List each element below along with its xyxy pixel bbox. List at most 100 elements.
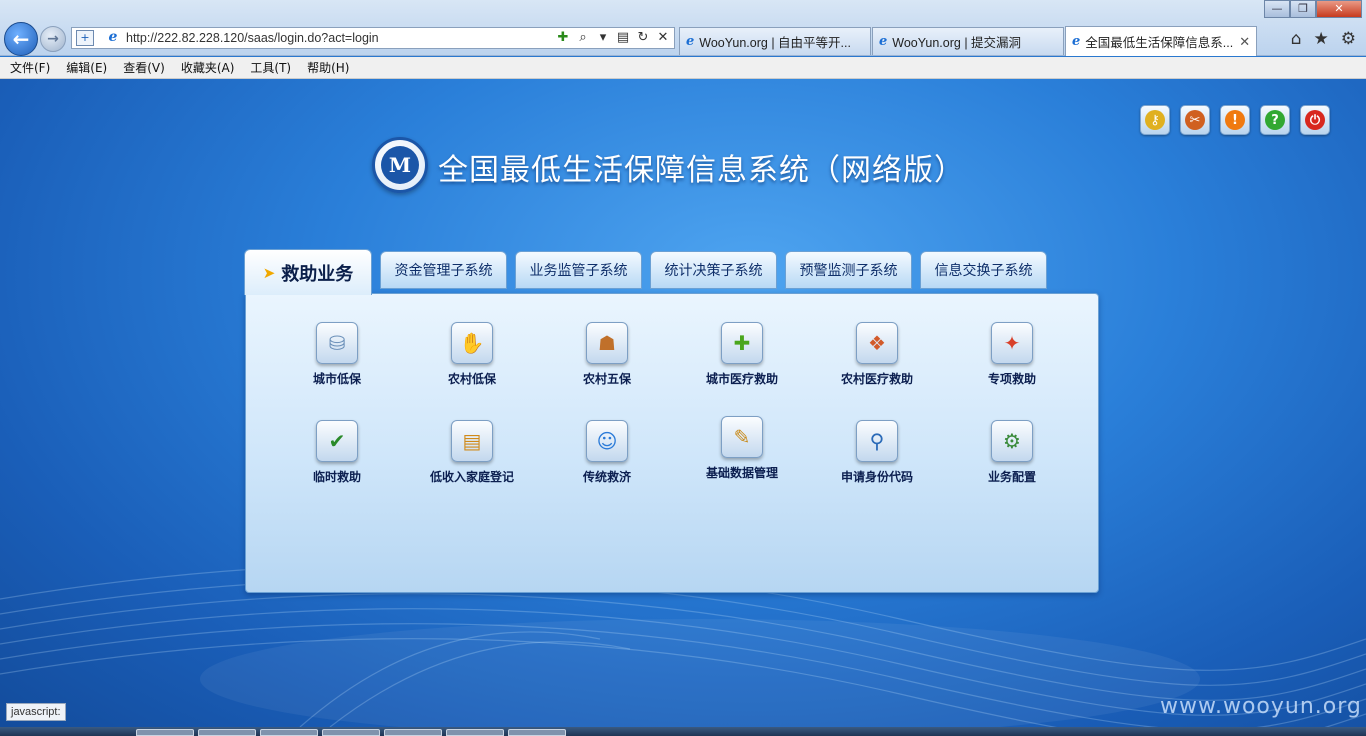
tab-label: 业务监管子系统 <box>529 263 628 279</box>
settings-gear-icon[interactable]: ⚙ <box>1341 29 1356 49</box>
menu-help[interactable]: 帮助(H) <box>301 59 355 76</box>
tab-statistics-decision[interactable]: 统计决策子系统 <box>650 251 777 289</box>
func-label: 城市医疗救助 <box>705 372 778 386</box>
stop-icon[interactable]: ✕ <box>656 30 670 45</box>
ie-logo-icon: e <box>108 29 118 45</box>
help-icon: ? <box>1265 110 1285 130</box>
tools-button[interactable]: ✂ <box>1180 105 1210 135</box>
menu-tools[interactable]: 工具(T) <box>244 59 297 76</box>
favorites-star-icon[interactable]: ★ <box>1314 29 1329 49</box>
func-label: 业务配置 <box>987 470 1036 484</box>
func-label: 专项救助 <box>987 372 1036 386</box>
message-icon: ! <box>1225 110 1245 130</box>
home-icon[interactable]: ⌂ <box>1291 29 1302 49</box>
compat-icon[interactable]: ▤ <box>616 30 630 45</box>
tab-fund-management[interactable]: 资金管理子系统 <box>380 251 507 289</box>
tab-label: 资金管理子系统 <box>394 263 493 279</box>
func-label: 申请身份代码 <box>840 470 913 484</box>
page-content: ⚷ ✂ ! ? ⏻ M 全国最低生活保障信息系统（网络版） ➤ 救助业务 资金管… <box>0 79 1366 727</box>
message-button[interactable]: ! <box>1220 105 1250 135</box>
browser-tab-wooyun-home[interactable]: e WooYun.org | 自由平等开... <box>679 27 871 55</box>
tab-warning-monitoring[interactable]: 预警监测子系统 <box>785 251 912 289</box>
func-apply-id-code[interactable]: ⚲ 申请身份代码 <box>817 420 937 485</box>
help-button[interactable]: ? <box>1260 105 1290 135</box>
func-temporary-aid[interactable]: ✔ 临时救助 <box>277 420 397 485</box>
func-rural-medical-aid[interactable]: ❖ 农村医疗救助 <box>817 322 937 387</box>
func-label: 基础数据管理 <box>705 466 778 480</box>
func-low-income-registration[interactable]: ▤ 低收入家庭登记 <box>412 420 532 485</box>
func-label: 低收入家庭登记 <box>429 470 514 484</box>
search-person-icon: ⚲ <box>856 420 898 462</box>
ie-logo-icon: e <box>686 34 695 49</box>
func-label: 城市低保 <box>312 372 361 386</box>
tab-label: 统计决策子系统 <box>664 263 763 279</box>
refresh-icon[interactable]: ↻ <box>636 30 650 45</box>
taskbar-item[interactable] <box>260 729 318 736</box>
key-button[interactable]: ⚷ <box>1140 105 1170 135</box>
logout-button[interactable]: ⏻ <box>1300 105 1330 135</box>
pointer-icon: ➤ <box>262 263 276 282</box>
search-icon[interactable]: ⌕ <box>576 30 590 45</box>
tab-rescue-business[interactable]: ➤ 救助业务 <box>244 249 372 295</box>
menu-favorites[interactable]: 收藏夹(A) <box>175 59 241 76</box>
dropdown-icon[interactable]: ▾ <box>596 30 610 45</box>
func-rural-dibao[interactable]: ✋ 农村低保 <box>412 322 532 387</box>
minimize-button[interactable]: — <box>1264 0 1290 18</box>
add-favorite-icon[interactable]: ✚ <box>556 30 570 45</box>
func-rural-wubao[interactable]: ☗ 农村五保 <box>547 322 667 387</box>
func-traditional-relief[interactable]: ☺ 传统救济 <box>547 420 667 485</box>
address-tools: ✚ ⌕ ▾ ▤ ↻ ✕ <box>556 30 670 45</box>
browser-tab-wooyun-submit[interactable]: e WooYun.org | 提交漏洞 <box>872 27 1064 55</box>
taskbar-item[interactable] <box>198 729 256 736</box>
forward-button[interactable]: → <box>40 26 66 52</box>
taskbar <box>0 727 1366 736</box>
menu-edit[interactable]: 编辑(E) <box>60 59 113 76</box>
logo-emblem-icon: M <box>381 146 419 184</box>
address-url[interactable]: http://222.82.228.120/saas/login.do?act=… <box>126 31 379 45</box>
tab-label: 预警监测子系统 <box>799 263 898 279</box>
func-business-config[interactable]: ⚙ 业务配置 <box>952 420 1072 485</box>
special-aid-icon: ✦ <box>991 322 1033 364</box>
register-icon: ▤ <box>451 420 493 462</box>
arrow-left-icon: ← <box>12 27 30 51</box>
status-bar-text: javascript: <box>6 703 66 721</box>
func-basic-data-management[interactable]: ✎ 基础数据管理 <box>682 416 802 481</box>
menu-bar: 文件(F) 编辑(E) 查看(V) 收藏夹(A) 工具(T) 帮助(H) <box>0 57 1366 79</box>
tools-icon: ✂ <box>1185 110 1205 130</box>
data-edit-icon: ✎ <box>721 416 763 458</box>
tab-label: 救助业务 <box>281 263 354 285</box>
close-tab-icon[interactable]: ✕ <box>1233 34 1250 50</box>
maximize-button[interactable]: ❐ <box>1290 0 1316 18</box>
func-urban-medical-aid[interactable]: ✚ 城市医疗救助 <box>682 322 802 387</box>
func-label: 农村低保 <box>447 372 496 386</box>
tab-info-exchange[interactable]: 信息交换子系统 <box>920 251 1047 289</box>
checklist-icon: ✔ <box>316 420 358 462</box>
address-bar[interactable]: + e http://222.82.228.120/saas/login.do?… <box>71 27 675 49</box>
taskbar-item[interactable] <box>508 729 566 736</box>
compatibility-view-icon[interactable]: + <box>76 30 94 46</box>
key-icon: ⚷ <box>1145 110 1165 130</box>
close-window-button[interactable]: ✕ <box>1316 0 1362 18</box>
tab-title: 全国最低生活保障信息系... <box>1085 36 1234 50</box>
system-toolbar: ⚷ ✂ ! ? ⏻ <box>1140 105 1330 135</box>
back-button[interactable]: ← <box>4 22 38 56</box>
farm-medical-icon: ❖ <box>856 322 898 364</box>
menu-view[interactable]: 查看(V) <box>117 59 171 76</box>
browser-tab-active[interactable]: e 全国最低生活保障信息系... ✕ <box>1065 26 1257 56</box>
tab-business-supervision[interactable]: 业务监管子系统 <box>515 251 642 289</box>
taskbar-item[interactable] <box>136 729 194 736</box>
taskbar-item[interactable] <box>322 729 380 736</box>
medical-icon: ✚ <box>721 322 763 364</box>
taskbar-item[interactable] <box>384 729 442 736</box>
arrow-right-icon: → <box>47 31 59 47</box>
taskbar-item[interactable] <box>446 729 504 736</box>
func-urban-dibao[interactable]: ⛁ 城市低保 <box>277 322 397 387</box>
function-panel: ⛁ 城市低保 ✋ 农村低保 ☗ 农村五保 ✚ 城市医疗救助 ❖ 农村医疗救助 ✦… <box>245 293 1099 593</box>
func-label: 临时救助 <box>312 470 361 484</box>
menu-file[interactable]: 文件(F) <box>4 59 56 76</box>
browser-right-icons: ⌂ ★ ⚙ <box>1291 29 1356 49</box>
func-special-aid[interactable]: ✦ 专项救助 <box>952 322 1072 387</box>
page-title: 全国最低生活保障信息系统（网络版） <box>438 153 965 188</box>
elder-icon: ☗ <box>586 322 628 364</box>
ie-logo-icon: e <box>1072 34 1081 49</box>
